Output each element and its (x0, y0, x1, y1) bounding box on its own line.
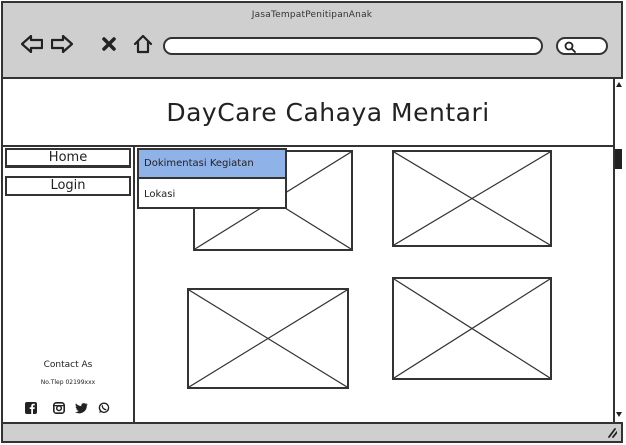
instagram-icon[interactable] (53, 399, 65, 418)
scroll-thumb[interactable] (615, 149, 622, 169)
forward-arrow-icon (51, 35, 73, 53)
home-icon (133, 34, 153, 54)
vertical-scrollbar[interactable] (613, 79, 623, 422)
search-button[interactable] (556, 37, 608, 55)
back-arrow-icon (21, 35, 43, 53)
contact-title: Contact As (43, 360, 93, 370)
sidebar-item-login[interactable]: Login (5, 176, 131, 196)
back-button[interactable] (21, 33, 43, 55)
image-placeholder (187, 288, 349, 389)
scroll-up-arrow-icon[interactable] (616, 82, 622, 87)
whatsapp-icon[interactable] (98, 399, 110, 418)
image-placeholder (392, 277, 552, 380)
window-title: JasaTempatPenitipanAnak (251, 10, 373, 20)
close-icon (102, 37, 116, 51)
sidebar: Home Login Contact As No.Tlep 02199xxx (3, 147, 135, 422)
menu-item-dokumentasi[interactable]: Dokimentasi Kegiatan (139, 150, 285, 179)
menu-item-lokasi[interactable]: Lokasi (139, 181, 285, 208)
sidebar-item-home[interactable]: Home (5, 148, 131, 168)
browser-window: JasaTempatPenitipanAnak DayCare Cahaya M… (1, 1, 623, 443)
status-bar (3, 422, 621, 441)
image-placeholder (392, 150, 552, 247)
search-icon (564, 41, 576, 53)
site-title: DayCare Cahaya Mentari (166, 97, 490, 127)
address-bar[interactable] (163, 37, 543, 55)
social-icons (25, 399, 110, 418)
twitter-icon[interactable] (75, 399, 88, 418)
forward-button[interactable] (51, 33, 73, 55)
facebook-icon[interactable] (25, 399, 37, 418)
home-button[interactable] (132, 33, 154, 55)
scroll-down-arrow-icon[interactable] (616, 412, 622, 417)
stop-button[interactable] (98, 33, 120, 55)
page-header: DayCare Cahaya Mentari (3, 79, 613, 147)
dropdown-menu: Dokimentasi Kegiatan Lokasi (137, 148, 287, 209)
contact-phone: No.Tlep 02199xxx (40, 379, 96, 386)
browser-toolbar: JasaTempatPenitipanAnak (3, 3, 621, 79)
resize-grip-icon[interactable] (605, 427, 617, 438)
